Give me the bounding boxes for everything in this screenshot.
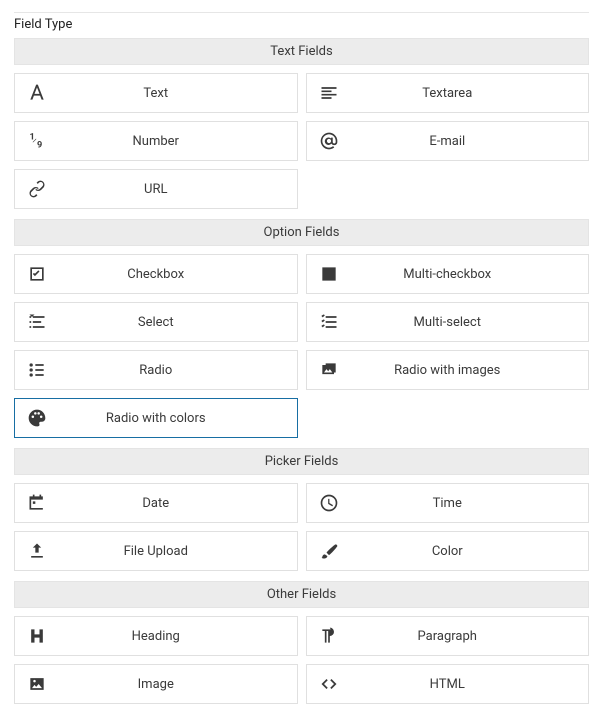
field-type-label: URL xyxy=(59,182,297,197)
link-icon xyxy=(15,179,59,199)
checkbox-filled-icon xyxy=(307,264,351,284)
field-type-label: Radio with colors xyxy=(59,411,297,426)
upload-icon xyxy=(15,541,59,561)
number-icon xyxy=(15,131,59,151)
field-type-textarea[interactable]: Textarea xyxy=(306,73,590,113)
clock-icon xyxy=(307,493,351,513)
field-type-label: HTML xyxy=(351,677,589,692)
section-grid-other: Heading Paragraph Image HTML xyxy=(14,616,589,704)
field-type-url[interactable]: URL xyxy=(14,169,298,209)
section-header-other: Other Fields xyxy=(14,581,589,608)
heading-icon xyxy=(15,626,59,646)
field-type-label: File Upload xyxy=(59,544,297,559)
multiselect-icon xyxy=(307,312,351,332)
image-group-icon xyxy=(307,360,351,380)
field-type-number[interactable]: Number xyxy=(14,121,298,161)
align-left-icon xyxy=(307,83,351,103)
field-type-label: Text xyxy=(59,86,297,101)
radiolist-icon xyxy=(15,360,59,380)
field-type-color[interactable]: Color xyxy=(306,531,590,571)
field-type-html[interactable]: HTML xyxy=(306,664,590,704)
field-type-multi-checkbox[interactable]: Multi-checkbox xyxy=(306,254,590,294)
select-icon xyxy=(15,312,59,332)
field-type-label: Multi-select xyxy=(351,315,589,330)
field-type-label: Select xyxy=(59,315,297,330)
field-type-radio-colors[interactable]: Radio with colors xyxy=(14,398,298,438)
field-type-label: Color xyxy=(351,544,589,559)
field-type-label: Heading xyxy=(59,629,297,644)
field-type-text[interactable]: Text xyxy=(14,73,298,113)
field-type-label: E-mail xyxy=(351,134,589,149)
palette-icon xyxy=(15,408,59,428)
field-type-label: Radio with images xyxy=(351,363,589,378)
font-icon xyxy=(15,83,59,103)
section-grid-option: Checkbox Multi-checkbox Select Multi-select… xyxy=(14,254,589,438)
section-header-option: Option Fields xyxy=(14,219,589,246)
page-label: Field Type xyxy=(14,17,589,32)
field-type-checkbox[interactable]: Checkbox xyxy=(14,254,298,294)
field-type-date[interactable]: Date xyxy=(14,483,298,523)
section-header-picker: Picker Fields xyxy=(14,448,589,475)
field-type-upload[interactable]: File Upload xyxy=(14,531,298,571)
field-type-label: Number xyxy=(59,134,297,149)
field-type-email[interactable]: E-mail xyxy=(306,121,590,161)
at-icon xyxy=(307,131,351,151)
paragraph-icon xyxy=(307,626,351,646)
calendar-icon xyxy=(15,493,59,513)
field-type-paragraph[interactable]: Paragraph xyxy=(306,616,590,656)
field-type-label: Textarea xyxy=(351,86,589,101)
code-icon xyxy=(307,674,351,694)
field-type-heading[interactable]: Heading xyxy=(14,616,298,656)
field-type-image[interactable]: Image xyxy=(14,664,298,704)
section-grid-picker: Date Time File Upload Color xyxy=(14,483,589,571)
field-type-time[interactable]: Time xyxy=(306,483,590,523)
field-type-radio[interactable]: Radio xyxy=(14,350,298,390)
field-type-label: Date xyxy=(59,496,297,511)
field-type-label: Paragraph xyxy=(351,629,589,644)
image-icon xyxy=(15,674,59,694)
field-type-radio-images[interactable]: Radio with images xyxy=(306,350,590,390)
section-header-text: Text Fields xyxy=(14,38,589,65)
field-type-label: Radio xyxy=(59,363,297,378)
field-type-label: Image xyxy=(59,677,297,692)
section-grid-text: Text Textarea Number E-mail URL xyxy=(14,73,589,209)
field-type-label: Time xyxy=(351,496,589,511)
brush-icon xyxy=(307,541,351,561)
field-type-multi-select[interactable]: Multi-select xyxy=(306,302,590,342)
checkbox-icon xyxy=(15,264,59,284)
field-type-select[interactable]: Select xyxy=(14,302,298,342)
field-type-label: Multi-checkbox xyxy=(351,267,589,282)
field-type-label: Checkbox xyxy=(59,267,297,282)
